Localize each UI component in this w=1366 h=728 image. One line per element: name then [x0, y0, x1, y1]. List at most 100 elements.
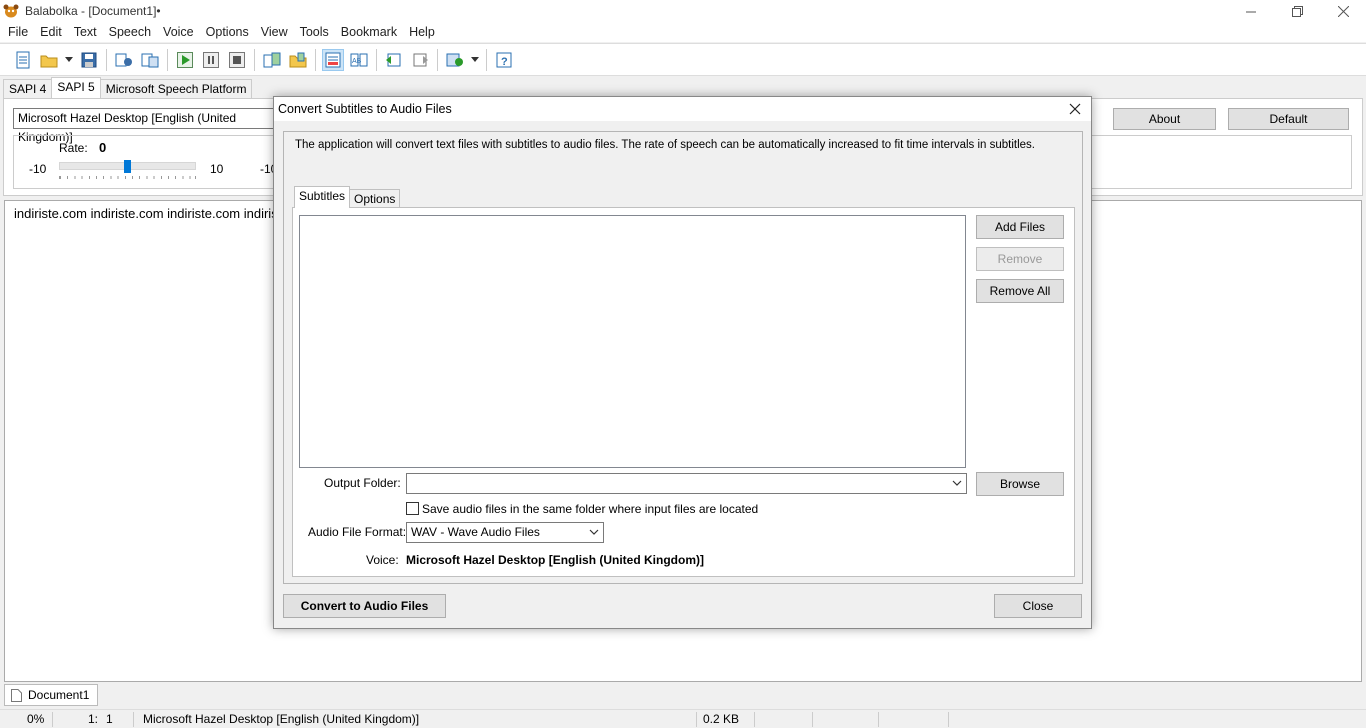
- menu-text[interactable]: Text: [68, 25, 103, 39]
- tab-subtitles[interactable]: Subtitles: [294, 186, 351, 208]
- tab-options[interactable]: Options: [349, 189, 401, 208]
- pause-icon[interactable]: [200, 49, 222, 71]
- toolbar-separator: [106, 48, 107, 71]
- browse-button[interactable]: Browse: [976, 472, 1064, 496]
- status-separator: [52, 712, 53, 727]
- window-title: Balabolka - [Document1]•: [25, 4, 161, 18]
- menu-view[interactable]: View: [255, 25, 294, 39]
- menu-bar: File Edit Text Speech Voice Options View…: [0, 22, 1366, 42]
- toolbar-separator: [376, 48, 377, 71]
- batch-convert-icon[interactable]: [139, 49, 161, 71]
- clipboard-read-icon[interactable]: [261, 49, 283, 71]
- voice-settings-icon[interactable]: [444, 49, 466, 71]
- chevron-down-icon[interactable]: [64, 49, 74, 71]
- editor-text: indiriste.com indiriste.com indiriste.co…: [14, 206, 317, 221]
- dialog-content: The application will convert text files …: [283, 131, 1083, 584]
- engine-tabs: SAPI 4 SAPI 5 Microsoft Speech Platform: [3, 77, 253, 100]
- dialog-title: Convert Subtitles to Audio Files: [278, 102, 452, 116]
- dialog-close-icon[interactable]: [1065, 99, 1085, 119]
- open-folder-icon[interactable]: [38, 49, 60, 71]
- app-logo-icon: [3, 4, 19, 18]
- tab-sapi5[interactable]: SAPI 5: [51, 77, 101, 98]
- rate-slider-thumb[interactable]: [124, 160, 131, 173]
- folder-read-icon[interactable]: [287, 49, 309, 71]
- output-folder-label: Output Folder:: [324, 476, 401, 490]
- same-folder-checkbox[interactable]: [406, 502, 419, 515]
- tab-sapi4[interactable]: SAPI 4: [3, 79, 53, 98]
- default-button[interactable]: Default: [1228, 108, 1349, 130]
- help-icon[interactable]: ?: [493, 49, 515, 71]
- convert-subtitles-dialog: Convert Subtitles to Audio Files The app…: [273, 96, 1092, 629]
- rate-value: 0: [99, 140, 107, 155]
- chevron-down-icon[interactable]: [470, 49, 480, 71]
- rate-slider-ticks: [59, 176, 196, 179]
- subtitles-convert-icon[interactable]: [322, 48, 344, 71]
- status-bar: 0% 1: 1 Microsoft Hazel Desktop [English…: [0, 709, 1366, 728]
- minimize-icon[interactable]: [1228, 0, 1274, 22]
- dictionary-icon[interactable]: AB: [348, 49, 370, 71]
- remove-all-button[interactable]: Remove All: [976, 279, 1064, 303]
- menu-speech[interactable]: Speech: [103, 25, 157, 39]
- status-separator: [133, 712, 134, 727]
- toolbar: AB ?: [0, 43, 1366, 76]
- title-bar: Balabolka - [Document1]•: [0, 0, 1366, 22]
- status-voice: Microsoft Hazel Desktop [English (United…: [143, 712, 420, 726]
- dialog-close-button[interactable]: Close: [994, 594, 1082, 618]
- tab-speech-platform[interactable]: Microsoft Speech Platform: [99, 79, 253, 98]
- status-column: 1: [106, 712, 113, 726]
- status-separator: [696, 712, 697, 727]
- svg-text:AB: AB: [352, 58, 362, 65]
- menu-file[interactable]: File: [2, 25, 34, 39]
- convert-audio-icon[interactable]: [113, 49, 135, 71]
- chevron-down-icon: [952, 480, 962, 486]
- dialog-voice-value: Microsoft Hazel Desktop [English (United…: [406, 553, 705, 567]
- svg-text:?: ?: [501, 56, 508, 68]
- menu-tools[interactable]: Tools: [294, 25, 335, 39]
- subtitle-file-list[interactable]: [299, 215, 966, 468]
- menu-bookmark[interactable]: Bookmark: [335, 25, 403, 39]
- tab-document1[interactable]: Document1: [4, 684, 99, 706]
- dialog-tabs: Subtitles Options: [294, 186, 401, 209]
- dialog-title-bar: Convert Subtitles to Audio Files: [274, 97, 1091, 121]
- document-icon: [11, 688, 22, 702]
- save-icon[interactable]: [78, 49, 100, 71]
- menu-help[interactable]: Help: [403, 25, 441, 39]
- toolbar-separator: [486, 48, 487, 71]
- toolbar-separator: [254, 48, 255, 71]
- subtitles-panel: Add Files Remove Remove All Output Folde…: [292, 207, 1075, 577]
- add-files-button[interactable]: Add Files: [976, 215, 1064, 239]
- about-button[interactable]: About: [1113, 108, 1216, 130]
- bookmark-prev-icon[interactable]: [383, 49, 405, 71]
- toolbar-separator: [167, 48, 168, 71]
- bookmark-next-icon[interactable]: [409, 49, 431, 71]
- audio-format-select[interactable]: WAV - Wave Audio Files: [406, 522, 604, 543]
- audio-format-label: Audio File Format:: [308, 525, 407, 539]
- same-folder-label: Save audio files in the same folder wher…: [422, 502, 759, 516]
- remove-button[interactable]: Remove: [976, 247, 1064, 271]
- status-separator: [812, 712, 813, 727]
- document-tabs: Document1: [4, 684, 99, 706]
- toolbar-separator: [315, 48, 316, 71]
- status-line: 1:: [88, 712, 99, 726]
- close-icon[interactable]: [1320, 0, 1366, 22]
- output-folder-combo[interactable]: [406, 473, 967, 494]
- status-progress: 0%: [27, 712, 45, 726]
- dialog-description: The application will convert text files …: [295, 139, 1035, 151]
- voice-select[interactable]: Microsoft Hazel Desktop [English (United…: [13, 108, 275, 144]
- stop-icon[interactable]: [226, 49, 248, 71]
- chevron-down-icon: [589, 529, 599, 535]
- new-document-icon[interactable]: [12, 49, 34, 71]
- restore-icon[interactable]: [1274, 0, 1320, 22]
- rate-label: Rate:: [59, 141, 88, 155]
- status-separator: [948, 712, 949, 727]
- menu-edit[interactable]: Edit: [34, 25, 68, 39]
- menu-voice[interactable]: Voice: [157, 25, 200, 39]
- rate-max-label: 10: [210, 162, 224, 176]
- document-tab-label: Document1: [28, 688, 90, 702]
- voice-label: Voice:: [366, 553, 399, 567]
- status-separator: [878, 712, 879, 727]
- menu-options[interactable]: Options: [200, 25, 255, 39]
- status-separator: [754, 712, 755, 727]
- convert-to-audio-button[interactable]: Convert to Audio Files: [283, 594, 446, 618]
- play-icon[interactable]: [174, 49, 196, 71]
